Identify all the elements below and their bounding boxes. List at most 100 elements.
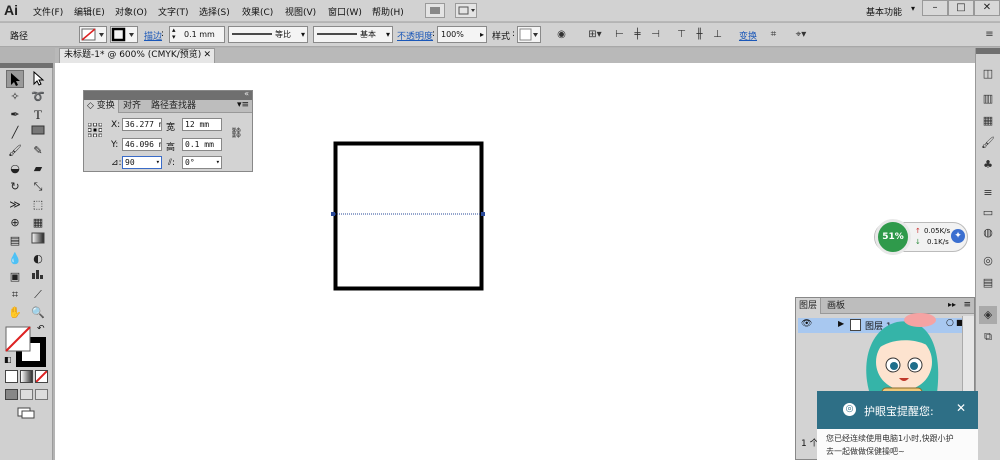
tab-pathfinder[interactable]: 路径查找器 (148, 100, 199, 113)
slice-tool-icon[interactable]: ⟋ (29, 286, 47, 304)
pencil-tool-icon[interactable]: ✎ (29, 142, 47, 160)
close-icon[interactable]: ✕ (956, 401, 966, 415)
maximize-button[interactable]: □ (948, 0, 974, 16)
stroke-weight-field[interactable]: ▴ ▾ 0.1 mm (169, 26, 225, 43)
constrain-proportions-icon[interactable]: ⛓ (230, 128, 243, 139)
opacity-panel-link[interactable]: 不透明度 (397, 29, 433, 42)
menu-file[interactable]: 文件(F) (33, 5, 63, 18)
hand-tool-icon[interactable]: ✋ (6, 304, 24, 322)
direct-selection-tool-icon[interactable] (29, 70, 47, 88)
shape-builder-tool-icon[interactable]: ⊕ (6, 214, 24, 232)
stroke-panel-icon[interactable]: ≡ (979, 184, 997, 202)
opacity-field[interactable]: 100% ▸ (437, 26, 487, 43)
expand-layer-icon[interactable]: ▶ (838, 319, 844, 328)
transform-panel-link[interactable]: 变换 (739, 29, 757, 42)
align-vcenter-icon[interactable]: ╫ (692, 27, 707, 42)
chevron-down-icon[interactable]: ▾ (216, 157, 220, 168)
align-top-icon[interactable]: ⊤ (674, 27, 689, 42)
close-icon[interactable]: ✕ (203, 49, 211, 62)
square-path[interactable] (333, 141, 484, 291)
symbol-sprayer-tool-icon[interactable]: ▣ (6, 268, 24, 286)
chevron-down-icon[interactable]: ▾ (156, 157, 160, 168)
tab-document[interactable]: 未标题-1* @ 600% (CMYK/预览) ✕ (59, 48, 215, 63)
anchor-point-right[interactable] (481, 212, 485, 216)
minimize-button[interactable]: – (922, 0, 948, 16)
anchor-point-left[interactable] (331, 212, 335, 216)
x-field[interactable]: 36.277 m (122, 118, 162, 131)
tab-align[interactable]: 对齐 (120, 100, 144, 113)
menu-object[interactable]: 对象(O) (115, 5, 147, 18)
none-icon[interactable] (35, 370, 48, 383)
free-transform-tool-icon[interactable]: ⬚ (29, 196, 47, 214)
panel-options-icon[interactable]: ⌖▾ (790, 27, 812, 42)
menu-effect[interactable]: 效果(C) (242, 5, 273, 18)
height-field[interactable]: 0.1 mm (182, 138, 222, 151)
rectangle-tool-icon[interactable] (29, 124, 47, 142)
shear-field[interactable]: 0° ▾ (182, 156, 222, 169)
color-icon[interactable] (5, 370, 18, 383)
menu-type[interactable]: 文字(T) (158, 5, 189, 18)
align-hcenter-icon[interactable]: ╪ (630, 27, 645, 42)
panel-menu-icon[interactable]: ▾≡ (237, 100, 249, 110)
menu-edit[interactable]: 编辑(E) (74, 5, 105, 18)
layers-panel-icon[interactable]: ◈ (979, 306, 997, 324)
paintbrush-tool-icon[interactable]: 🖌 (6, 142, 24, 160)
appearance-panel-icon[interactable]: ◎ (979, 252, 997, 270)
rotate-field[interactable]: 90 ▾ (122, 156, 162, 169)
collapse-icon[interactable]: « (244, 89, 249, 98)
align-left-icon[interactable]: ⊢ (612, 27, 627, 42)
panel-title-bar[interactable]: « (84, 89, 252, 100)
isolate-object-icon[interactable]: ⌗ (766, 27, 781, 42)
brush-definition[interactable]: 基本 ▾ (313, 26, 393, 43)
eye-icon[interactable]: 👁 (801, 319, 812, 329)
memory-usage-gauge[interactable]: 51% (875, 219, 911, 255)
draw-inside-icon[interactable] (35, 389, 48, 400)
default-colors-icon[interactable]: ◧ (4, 355, 12, 364)
transparency-panel-icon[interactable]: ◍ (979, 224, 997, 242)
align-to-selection-icon[interactable]: ⊞▾ (585, 27, 605, 42)
artboard-tool-icon[interactable]: ⌗ (6, 286, 24, 304)
menu-window[interactable]: 窗口(W) (328, 5, 362, 18)
artboards-panel-icon[interactable]: ⧉ (979, 328, 997, 346)
swatches-icon[interactable]: ▦ (979, 112, 997, 130)
tab-artboards[interactable]: 画板 (824, 298, 848, 314)
draw-behind-icon[interactable] (20, 389, 33, 400)
menu-view[interactable]: 视图(V) (285, 5, 316, 18)
accelerate-icon[interactable]: ✦ (951, 229, 965, 243)
swap-fill-stroke-icon[interactable]: ↶ (37, 324, 45, 334)
variable-width-profile[interactable]: 等比 ▾ (228, 26, 308, 43)
expand-icon[interactable]: ▸▸ (948, 300, 956, 309)
rotate-tool-icon[interactable]: ↻ (6, 178, 24, 196)
screen-mode-icon[interactable] (17, 407, 35, 419)
draw-normal-icon[interactable] (5, 389, 18, 400)
reference-point-icon[interactable] (87, 122, 103, 138)
blob-brush-tool-icon[interactable]: ◒ (6, 160, 24, 178)
zoom-tool-icon[interactable]: 🔍 (29, 304, 47, 322)
close-button[interactable]: ✕ (974, 0, 1000, 16)
gradient-icon[interactable] (20, 370, 33, 383)
fill-swatch[interactable] (79, 26, 107, 43)
eyedropper-tool-icon[interactable]: 💧 (6, 250, 24, 268)
color-panel-icon[interactable]: ◫ (979, 65, 997, 83)
align-right-icon[interactable]: ⊣ (648, 27, 663, 42)
width-tool-icon[interactable]: ≫ (6, 196, 24, 214)
blend-tool-icon[interactable]: ◐ (29, 250, 47, 268)
graphic-style-picker[interactable] (517, 26, 541, 43)
pen-tool-icon[interactable]: ✒ (6, 106, 24, 124)
spinner-icon[interactable]: ▴ ▾ (172, 27, 176, 41)
network-speed-widget[interactable]: 51% ↑ 0.05K/s ↓ 0.1K/s ✦ (874, 219, 968, 255)
eraser-tool-icon[interactable]: ▰ (29, 160, 47, 178)
lasso-tool-icon[interactable]: ➰ (29, 88, 47, 106)
color-guide-icon[interactable]: ▥ (979, 90, 997, 108)
type-tool-icon[interactable]: T (29, 106, 47, 124)
menu-select[interactable]: 选择(S) (199, 5, 230, 18)
symbols-icon[interactable]: ♣ (979, 156, 997, 174)
graphic-styles-icon[interactable]: ▤ (979, 274, 997, 292)
scale-tool-icon[interactable]: ⤡ (29, 178, 47, 196)
line-tool-icon[interactable]: ╱ (6, 124, 24, 142)
gradient-tool-icon[interactable] (29, 232, 47, 250)
magic-wand-tool-icon[interactable]: ✧ (6, 88, 24, 106)
control-bar-menu-icon[interactable]: ≡ (982, 27, 997, 42)
bridge-button[interactable] (425, 3, 445, 18)
menu-help[interactable]: 帮助(H) (372, 5, 404, 18)
